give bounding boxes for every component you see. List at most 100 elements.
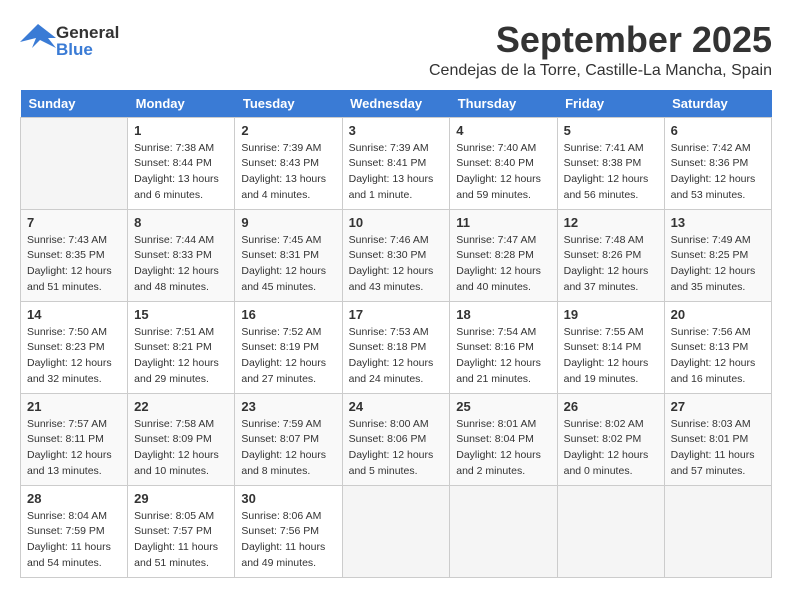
calendar-cell: 15Sunrise: 7:51 AMSunset: 8:21 PMDayligh… <box>128 301 235 393</box>
calendar-cell <box>557 485 664 577</box>
day-number: 28 <box>27 491 121 506</box>
day-number: 18 <box>456 307 550 322</box>
day-info: Sunrise: 7:53 AMSunset: 8:18 PMDaylight:… <box>349 325 444 388</box>
calendar-cell: 18 Sunrise: 7:54 AMSunset: 8:16 PMDayligh… <box>450 301 557 393</box>
day-number: 19 <box>564 307 658 322</box>
day-info: Sunrise: 7:46 AMSunset: 8:30 PMDaylight:… <box>349 233 444 296</box>
calendar-week-0: 1Sunrise: 7:38 AMSunset: 8:44 PMDaylight… <box>21 117 772 209</box>
calendar-cell: 25 Sunrise: 8:01 AMSunset: 8:04 PMDayligh… <box>450 393 557 485</box>
weekday-header-row: SundayMondayTuesdayWednesdayThursdayFrid… <box>21 90 772 118</box>
calendar-table: SundayMondayTuesdayWednesdayThursdayFrid… <box>20 90 772 578</box>
day-number: 24 <box>349 399 444 414</box>
weekday-header-tuesday: Tuesday <box>235 90 342 118</box>
day-number: 27 <box>671 399 765 414</box>
day-number: 12 <box>564 215 658 230</box>
calendar-cell: 1Sunrise: 7:38 AMSunset: 8:44 PMDaylight… <box>128 117 235 209</box>
calendar-cell <box>664 485 771 577</box>
day-number: 8 <box>134 215 228 230</box>
day-info: Sunrise: 7:47 AMSunset: 8:28 PMDaylight:… <box>456 233 550 296</box>
day-number: 23 <box>241 399 335 414</box>
day-number: 5 <box>564 123 658 138</box>
day-number: 2 <box>241 123 335 138</box>
weekday-header-sunday: Sunday <box>21 90 128 118</box>
calendar-cell: 28 Sunrise: 8:04 AMSunset: 7:59 PMDayligh… <box>21 485 128 577</box>
day-info: Sunrise: 8:06 AMSunset: 7:56 PMDaylight:… <box>241 509 335 572</box>
calendar-week-3: 21Sunrise: 7:57 AMSunset: 8:11 PMDayligh… <box>21 393 772 485</box>
day-info: Sunrise: 7:50 AMSunset: 8:23 PMDaylight:… <box>27 325 121 388</box>
calendar-cell: 16Sunrise: 7:52 AMSunset: 8:19 PMDayligh… <box>235 301 342 393</box>
weekday-header-monday: Monday <box>128 90 235 118</box>
calendar-cell: 9Sunrise: 7:45 AMSunset: 8:31 PMDaylight… <box>235 209 342 301</box>
day-info: Sunrise: 8:00 AMSunset: 8:06 PMDaylight:… <box>349 417 444 480</box>
weekday-header-thursday: Thursday <box>450 90 557 118</box>
calendar-cell: 20Sunrise: 7:56 AMSunset: 8:13 PMDayligh… <box>664 301 771 393</box>
calendar-cell: 11 Sunrise: 7:47 AMSunset: 8:28 PMDayligh… <box>450 209 557 301</box>
day-info: Sunrise: 7:57 AMSunset: 8:11 PMDaylight:… <box>27 417 121 480</box>
day-info: Sunrise: 8:02 AMSunset: 8:02 PMDaylight:… <box>564 417 658 480</box>
logo-bird-icon <box>20 20 56 56</box>
calendar-cell <box>21 117 128 209</box>
day-number: 25 <box>456 399 550 414</box>
day-info: Sunrise: 8:04 AMSunset: 7:59 PMDaylight:… <box>27 509 121 572</box>
logo: General Blue <box>20 20 119 61</box>
calendar-cell: 12 Sunrise: 7:48 AMSunset: 8:26 PMDayligh… <box>557 209 664 301</box>
calendar-week-4: 28 Sunrise: 8:04 AMSunset: 7:59 PMDayligh… <box>21 485 772 577</box>
day-number: 30 <box>241 491 335 506</box>
calendar-cell: 24 Sunrise: 8:00 AMSunset: 8:06 PMDayligh… <box>342 393 450 485</box>
day-info: Sunrise: 7:43 AMSunset: 8:35 PMDaylight:… <box>27 233 121 296</box>
day-info: Sunrise: 7:51 AMSunset: 8:21 PMDaylight:… <box>134 325 228 388</box>
calendar-cell: 19 Sunrise: 7:55 AMSunset: 8:14 PMDayligh… <box>557 301 664 393</box>
day-number: 20 <box>671 307 765 322</box>
calendar-cell: 21Sunrise: 7:57 AMSunset: 8:11 PMDayligh… <box>21 393 128 485</box>
calendar-body: 1Sunrise: 7:38 AMSunset: 8:44 PMDaylight… <box>21 117 772 577</box>
day-info: Sunrise: 7:48 AMSunset: 8:26 PMDaylight:… <box>564 233 658 296</box>
logo-text: General Blue <box>56 24 119 58</box>
calendar-cell: 5 Sunrise: 7:41 AMSunset: 8:38 PMDaylight… <box>557 117 664 209</box>
calendar-cell: 30 Sunrise: 8:06 AMSunset: 7:56 PMDayligh… <box>235 485 342 577</box>
day-info: Sunrise: 7:58 AMSunset: 8:09 PMDaylight:… <box>134 417 228 480</box>
calendar-week-1: 7 Sunrise: 7:43 AMSunset: 8:35 PMDaylight… <box>21 209 772 301</box>
day-number: 7 <box>27 215 121 230</box>
day-info: Sunrise: 7:38 AMSunset: 8:44 PMDaylight:… <box>134 141 228 204</box>
calendar-cell <box>450 485 557 577</box>
page-header: General Blue September 2025 Cendejas de … <box>20 20 772 80</box>
logo-general: General <box>56 24 119 41</box>
day-info: Sunrise: 7:59 AMSunset: 8:07 PMDaylight:… <box>241 417 335 480</box>
day-number: 29 <box>134 491 228 506</box>
calendar-cell: 27 Sunrise: 8:03 AMSunset: 8:01 PMDayligh… <box>664 393 771 485</box>
calendar-cell: 8 Sunrise: 7:44 AMSunset: 8:33 PMDaylight… <box>128 209 235 301</box>
title-area: September 2025 Cendejas de la Torre, Cas… <box>119 20 772 80</box>
day-info: Sunrise: 7:41 AMSunset: 8:38 PMDaylight:… <box>564 141 658 204</box>
location: Cendejas de la Torre, Castille-La Mancha… <box>119 62 772 80</box>
day-info: Sunrise: 7:40 AMSunset: 8:40 PMDaylight:… <box>456 141 550 204</box>
day-info: Sunrise: 7:52 AMSunset: 8:19 PMDaylight:… <box>241 325 335 388</box>
day-info: Sunrise: 7:44 AMSunset: 8:33 PMDaylight:… <box>134 233 228 296</box>
day-number: 10 <box>349 215 444 230</box>
month-title: September 2025 <box>119 20 772 60</box>
day-number: 22 <box>134 399 228 414</box>
calendar-cell: 22 Sunrise: 7:58 AMSunset: 8:09 PMDayligh… <box>128 393 235 485</box>
calendar-cell: 23 Sunrise: 7:59 AMSunset: 8:07 PMDayligh… <box>235 393 342 485</box>
day-info: Sunrise: 7:49 AMSunset: 8:25 PMDaylight:… <box>671 233 765 296</box>
day-info: Sunrise: 7:55 AMSunset: 8:14 PMDaylight:… <box>564 325 658 388</box>
calendar-cell: 13 Sunrise: 7:49 AMSunset: 8:25 PMDayligh… <box>664 209 771 301</box>
calendar-cell: 17Sunrise: 7:53 AMSunset: 8:18 PMDayligh… <box>342 301 450 393</box>
day-number: 6 <box>671 123 765 138</box>
logo-blue: Blue <box>56 41 119 58</box>
weekday-header-saturday: Saturday <box>664 90 771 118</box>
day-info: Sunrise: 8:03 AMSunset: 8:01 PMDaylight:… <box>671 417 765 480</box>
day-number: 9 <box>241 215 335 230</box>
calendar-cell: 3Sunrise: 7:39 AMSunset: 8:41 PMDaylight… <box>342 117 450 209</box>
calendar-cell <box>342 485 450 577</box>
day-info: Sunrise: 7:54 AMSunset: 8:16 PMDaylight:… <box>456 325 550 388</box>
day-number: 11 <box>456 215 550 230</box>
day-number: 13 <box>671 215 765 230</box>
day-info: Sunrise: 8:01 AMSunset: 8:04 PMDaylight:… <box>456 417 550 480</box>
calendar-cell: 14 Sunrise: 7:50 AMSunset: 8:23 PMDayligh… <box>21 301 128 393</box>
day-info: Sunrise: 7:42 AMSunset: 8:36 PMDaylight:… <box>671 141 765 204</box>
calendar-cell: 6 Sunrise: 7:42 AMSunset: 8:36 PMDaylight… <box>664 117 771 209</box>
calendar-cell: 4Sunrise: 7:40 AMSunset: 8:40 PMDaylight… <box>450 117 557 209</box>
day-info: Sunrise: 8:05 AMSunset: 7:57 PMDaylight:… <box>134 509 228 572</box>
day-number: 14 <box>27 307 121 322</box>
calendar-cell: 10 Sunrise: 7:46 AMSunset: 8:30 PMDayligh… <box>342 209 450 301</box>
